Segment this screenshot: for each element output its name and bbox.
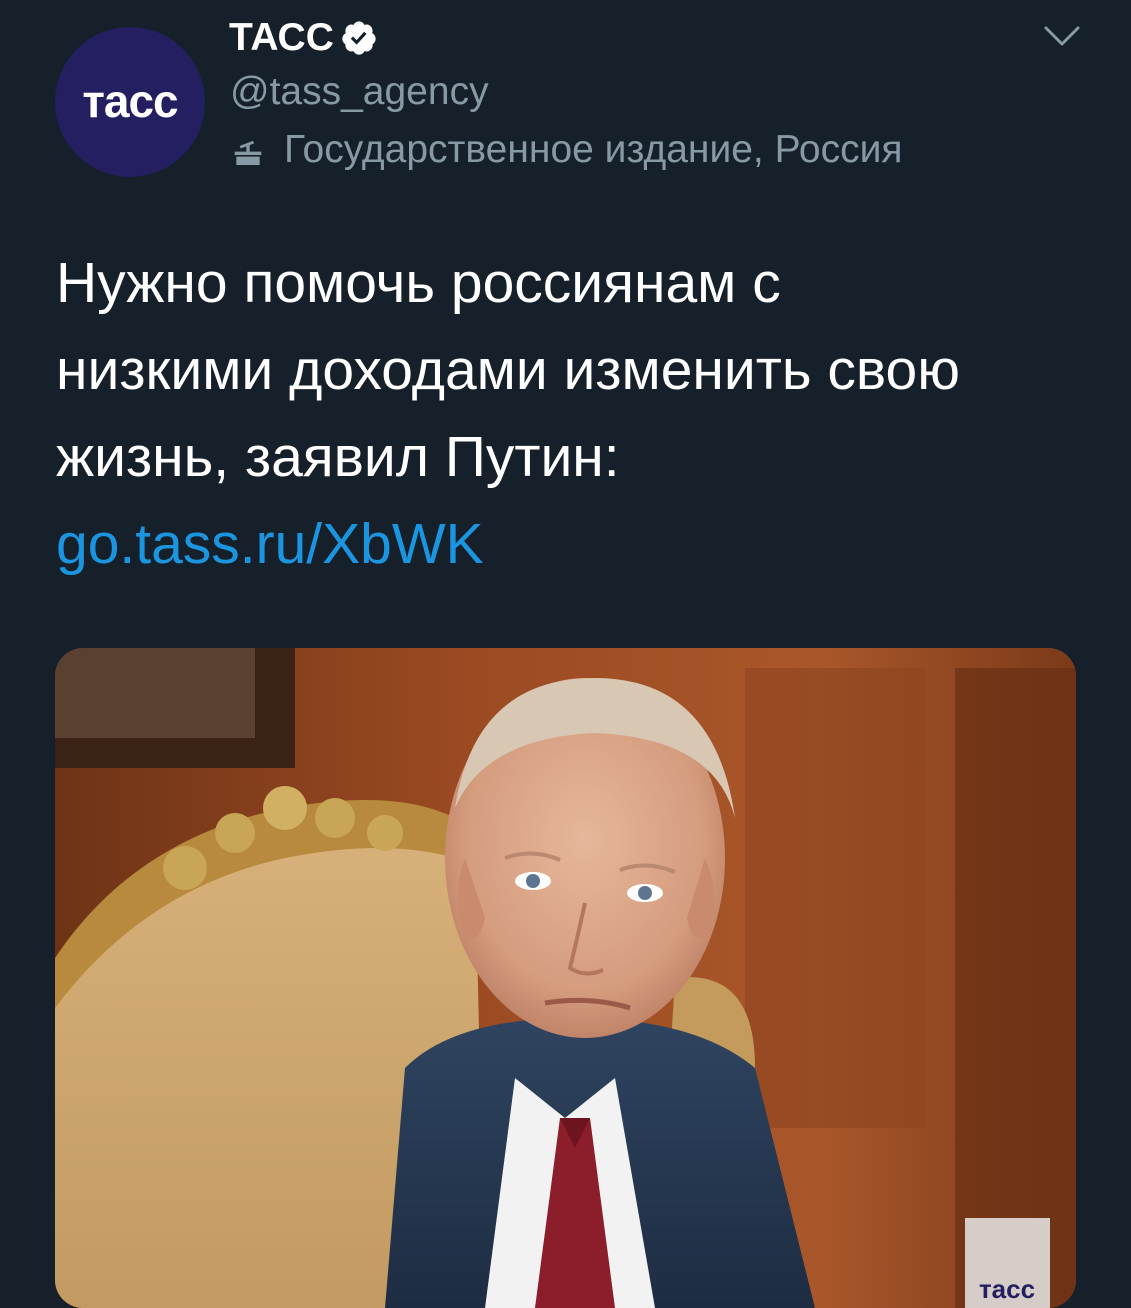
photo-illustration: тасс — [55, 648, 1076, 1308]
tweet-text-line: Нужно помочь россиянам с — [56, 251, 781, 315]
account-label-text: Государственное издание, Россия — [284, 128, 903, 171]
avatar-logo-text: тасс — [82, 75, 178, 127]
display-name[interactable]: ТАСС — [229, 10, 334, 66]
name-row: ТАСС — [229, 10, 378, 66]
tweet[interactable]: тасс ТАСС @tass_agency Государственное и… — [0, 0, 1131, 1308]
state-media-icon — [234, 140, 262, 165]
tweet-text-line: жизнь, заявил Путин: — [56, 425, 620, 489]
handle[interactable]: @tass_agency — [230, 66, 489, 118]
tweet-text: Нужно помочь россиянам с низкими доходам… — [56, 240, 1086, 588]
photo-watermark: тасс — [979, 1274, 1035, 1304]
media-photo[interactable]: тасс — [55, 648, 1076, 1308]
tweet-text-line: низкими доходами изменить свою — [56, 338, 960, 402]
avatar[interactable]: тасс — [55, 27, 205, 177]
account-label[interactable]: Государственное издание, Россия — [228, 124, 903, 176]
chevron-down-icon[interactable] — [1040, 18, 1084, 54]
tweet-link[interactable]: go.tass.ru/XbWK — [56, 512, 484, 576]
verified-badge-icon — [342, 21, 376, 55]
